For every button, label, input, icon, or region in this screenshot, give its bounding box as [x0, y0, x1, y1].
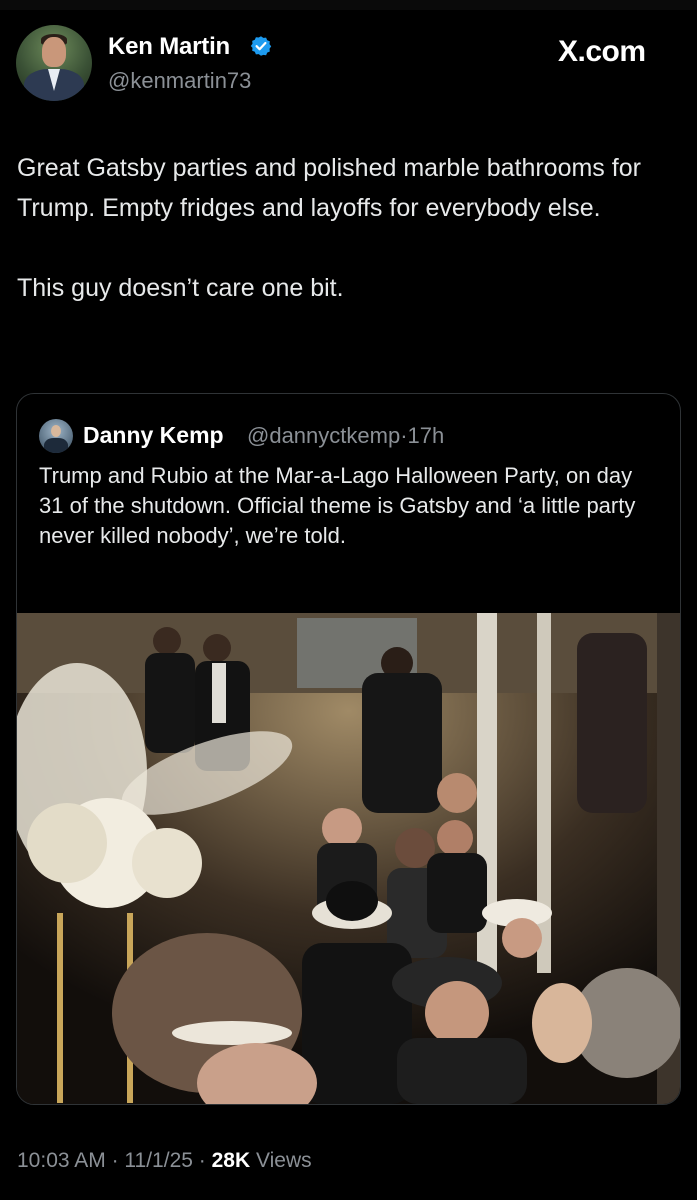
- quote-photo[interactable]: [17, 613, 680, 1104]
- quote-author-name: Danny Kemp: [83, 422, 224, 448]
- quote-text: Trump and Rubio at the Mar-a-Lago Hallow…: [39, 463, 636, 548]
- author-name[interactable]: Ken Martin: [108, 33, 230, 61]
- verified-badge-icon: [250, 36, 272, 56]
- meta-separator-1: ·: [111, 1149, 119, 1172]
- meta-separator-2: ·: [198, 1149, 206, 1172]
- tweet-paragraph-1: Great Gatsby parties and polished marble…: [17, 154, 641, 222]
- quote-author-handle: @dannyctkemp: [247, 423, 401, 448]
- quote-author-meta: @dannyctkemp·17h: [247, 423, 444, 449]
- source-label: X.com: [558, 35, 646, 68]
- author-avatar[interactable]: [16, 25, 92, 101]
- views-label: Views: [256, 1149, 312, 1172]
- author-handle[interactable]: @kenmartin73: [108, 68, 251, 94]
- quoted-tweet-card[interactable]: Danny Kemp @dannyctkemp·17h Trump and Ru…: [16, 393, 681, 1105]
- tweet-paragraph-2: This guy doesn’t care one bit.: [17, 274, 344, 302]
- views-count[interactable]: 28K: [212, 1149, 251, 1172]
- quote-author-avatar: [39, 419, 73, 453]
- status-strip: [0, 0, 697, 10]
- tweet-date: 11/1/25: [124, 1149, 193, 1172]
- tweet-time: 10:03 AM: [17, 1149, 106, 1172]
- tweet-meta: 10:03 AM · 11/1/25 · 28K Views: [17, 1149, 312, 1173]
- quote-separator: ·: [400, 423, 408, 448]
- tweet-text: Great Gatsby parties and polished marble…: [17, 148, 677, 308]
- quote-time: 17h: [407, 423, 445, 448]
- party-photo-illustration: [17, 613, 680, 1104]
